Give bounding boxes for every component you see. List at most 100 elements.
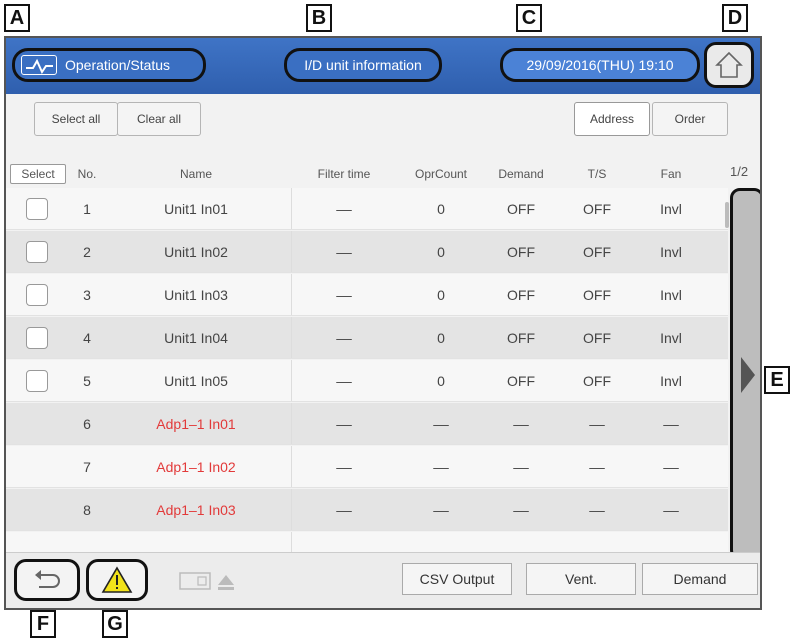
callout-g: G xyxy=(102,610,128,638)
callout-d: D xyxy=(722,4,748,32)
callout-c: C xyxy=(516,4,542,32)
table-row[interactable]: 4 Unit1 In04 –– 0 OFF OFF Invl xyxy=(6,317,728,359)
row-demand: –– xyxy=(513,416,529,432)
row-ts: –– xyxy=(589,502,605,518)
callout-b: B xyxy=(306,4,332,32)
opr-count-column-header: OprCount xyxy=(414,167,468,181)
row-no: 2 xyxy=(83,244,91,260)
row-filter-time: –– xyxy=(336,201,352,217)
row-ts: OFF xyxy=(583,287,611,303)
row-checkbox[interactable] xyxy=(26,198,48,220)
row-filter-time: –– xyxy=(336,416,352,432)
row-no: 1 xyxy=(83,201,91,217)
row-ts: OFF xyxy=(583,330,611,346)
ts-column-header: T/S xyxy=(587,167,607,181)
csv-output-button[interactable]: CSV Output xyxy=(402,563,512,595)
select-all-button[interactable]: Select all xyxy=(34,102,118,136)
row-opr-count: –– xyxy=(433,459,449,475)
next-page-icon xyxy=(741,357,755,393)
row-checkbox[interactable] xyxy=(26,370,48,392)
select-column-header[interactable]: Select xyxy=(10,164,66,184)
screen-title: I/D unit information xyxy=(284,48,442,82)
table-row[interactable]: 5 Unit1 In05 –– 0 OFF OFF Invl xyxy=(6,360,728,402)
row-name: Unit1 In04 xyxy=(164,330,228,346)
row-fan: Invl xyxy=(660,244,682,260)
order-sort-button[interactable]: Order xyxy=(652,102,728,136)
row-fan: –– xyxy=(663,459,679,475)
bottom-bar: CSV Output Vent. Demand xyxy=(6,552,760,608)
table-row[interactable]: 7 Adp1–1 In02 –– –– –– –– –– xyxy=(6,446,728,488)
next-page-button[interactable] xyxy=(730,188,760,560)
row-demand: OFF xyxy=(507,244,535,260)
row-demand: OFF xyxy=(507,330,535,346)
divider xyxy=(291,188,292,229)
demand-button[interactable]: Demand xyxy=(642,563,758,595)
filter-time-column-header: Filter time xyxy=(317,167,371,181)
back-button[interactable] xyxy=(14,559,80,601)
page-indicator: 1/2 xyxy=(730,164,749,179)
row-opr-count: 0 xyxy=(437,287,445,303)
row-checkbox[interactable] xyxy=(26,284,48,306)
demand-column-header: Demand xyxy=(498,167,544,181)
row-checkbox[interactable] xyxy=(26,241,48,263)
fan-column-header: Fan xyxy=(660,167,682,181)
table-row[interactable]: 8 Adp1–1 In03 –– –– –– –– –– xyxy=(6,489,728,531)
controller-screen: Operation/Status I/D unit information 29… xyxy=(4,36,762,610)
clear-all-button[interactable]: Clear all xyxy=(117,102,201,136)
callout-f: F xyxy=(30,610,56,638)
row-demand: OFF xyxy=(507,201,535,217)
row-no: 3 xyxy=(83,287,91,303)
pulse-icon xyxy=(21,55,57,75)
back-arrow-icon xyxy=(35,570,60,588)
row-filter-time: –– xyxy=(336,502,352,518)
row-filter-time: –– xyxy=(336,373,352,389)
operation-status-button[interactable]: Operation/Status xyxy=(12,48,206,82)
row-fan: Invl xyxy=(660,201,682,217)
row-demand: OFF xyxy=(507,287,535,303)
warning-button[interactable] xyxy=(86,559,148,601)
row-name: Unit1 In05 xyxy=(164,373,228,389)
row-ts: OFF xyxy=(583,373,611,389)
row-demand: –– xyxy=(513,502,529,518)
address-sort-button[interactable]: Address xyxy=(574,102,650,136)
table-row[interactable]: 1 Unit1 In01 –– 0 OFF OFF Invl xyxy=(6,188,728,230)
row-opr-count: 0 xyxy=(437,244,445,260)
warning-icon xyxy=(101,566,133,593)
row-ts: OFF xyxy=(583,244,611,260)
row-ts: –– xyxy=(589,459,605,475)
row-name: Adp1–1 In03 xyxy=(156,502,236,518)
row-opr-count: –– xyxy=(433,416,449,432)
row-fan: Invl xyxy=(660,330,682,346)
vent-button[interactable]: Vent. xyxy=(526,563,636,595)
row-checkbox[interactable] xyxy=(26,327,48,349)
row-ts: –– xyxy=(589,416,605,432)
row-no: 8 xyxy=(83,502,91,518)
row-opr-count: 0 xyxy=(437,330,445,346)
row-demand: –– xyxy=(513,459,529,475)
section-title: Operation/Status xyxy=(65,57,171,73)
row-fan: Invl xyxy=(660,373,682,389)
sd-card-eject-button[interactable] xyxy=(176,567,250,595)
name-column-header: Name xyxy=(179,167,212,181)
row-no: 5 xyxy=(83,373,91,389)
divider xyxy=(291,360,292,401)
home-button[interactable] xyxy=(704,42,754,88)
row-no: 7 xyxy=(83,459,91,475)
divider xyxy=(291,489,292,530)
row-name: Adp1–1 In02 xyxy=(156,459,236,475)
table-row[interactable]: 3 Unit1 In03 –– 0 OFF OFF Invl xyxy=(6,274,728,316)
row-filter-time: –– xyxy=(336,459,352,475)
datetime-display: 29/09/2016(THU) 19:10 xyxy=(500,48,700,82)
divider xyxy=(291,274,292,315)
table-row[interactable]: 2 Unit1 In02 –– 0 OFF OFF Invl xyxy=(6,231,728,273)
row-fan: –– xyxy=(663,416,679,432)
row-opr-count: –– xyxy=(433,502,449,518)
divider xyxy=(291,231,292,272)
table-row[interactable]: 6 Adp1–1 In01 –– –– –– –– –– xyxy=(6,403,728,445)
top-bar: Operation/Status I/D unit information 29… xyxy=(6,38,760,94)
row-opr-count: 0 xyxy=(437,201,445,217)
row-filter-time: –– xyxy=(336,287,352,303)
table-header: Select No. Name Filter time OprCount Dem… xyxy=(6,161,760,187)
sd-card-eject-icon xyxy=(179,572,234,590)
row-name: Unit1 In03 xyxy=(164,287,228,303)
